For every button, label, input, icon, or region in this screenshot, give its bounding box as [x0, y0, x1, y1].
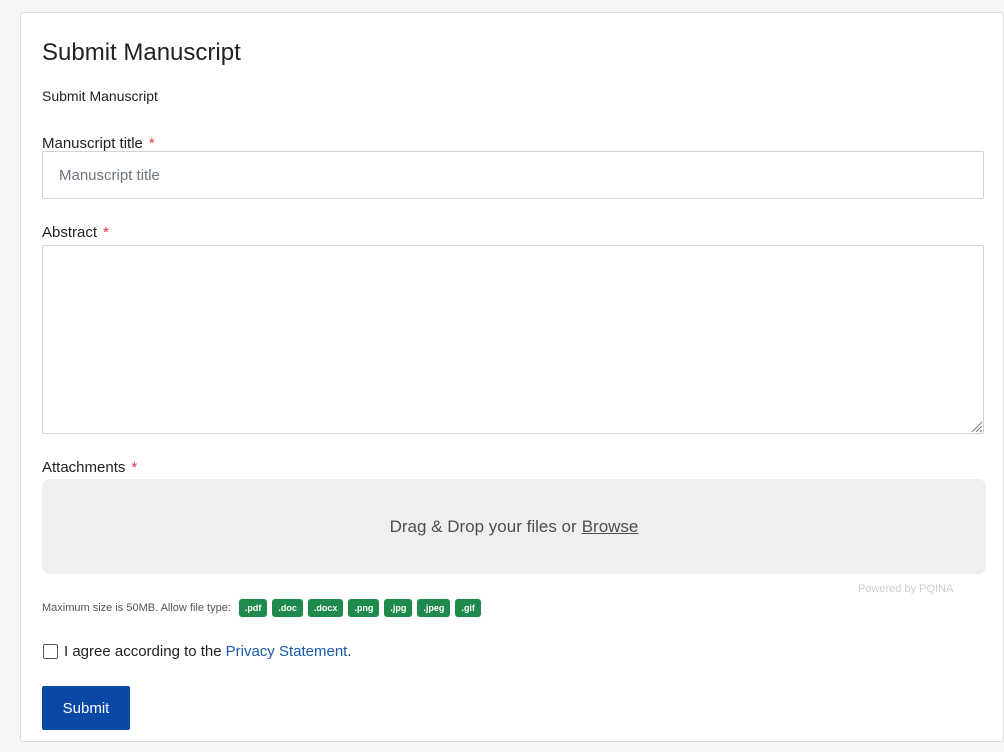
file-dropzone[interactable]: Drag & Drop your files or Browse	[42, 479, 986, 574]
attachments-label-text: Attachments	[42, 459, 126, 476]
privacy-statement-link[interactable]: Privacy Statement	[226, 643, 348, 660]
max-size-text: Maximum size is 50MB. Allow file type:	[42, 602, 231, 614]
browse-link[interactable]: Browse	[582, 517, 639, 537]
resize-grip-icon[interactable]	[971, 421, 983, 433]
file-type-badge: .pdf	[238, 599, 268, 617]
submit-button[interactable]: Submit	[42, 686, 130, 730]
submit-manuscript-card: Submit Manuscript Submit Manuscript Manu…	[20, 12, 1004, 742]
file-type-badge: .jpg	[384, 599, 413, 617]
required-marker: *	[148, 135, 155, 152]
abstract-label-text: Abstract	[42, 224, 98, 241]
agree-text: I agree according to the	[64, 643, 222, 660]
file-type-badge: .png	[348, 599, 380, 617]
abstract-textarea[interactable]	[42, 245, 984, 434]
file-type-badge: .jpeg	[417, 599, 451, 617]
form-subtitle: Submit Manuscript	[42, 88, 158, 104]
file-type-badge: .doc	[272, 599, 303, 617]
manuscript-title-label-text: Manuscript title	[42, 135, 143, 152]
dropzone-text: Drag & Drop your files or	[389, 516, 577, 536]
required-marker: *	[131, 459, 138, 476]
agree-suffix: .	[347, 643, 352, 660]
abstract-label: Abstract *	[42, 224, 109, 241]
file-type-badge: .gif	[455, 599, 481, 617]
agree-checkbox[interactable]	[43, 644, 58, 659]
page-title: Submit Manuscript	[42, 39, 241, 66]
manuscript-title-input[interactable]	[42, 151, 984, 199]
manuscript-title-label: Manuscript title *	[42, 135, 155, 152]
privacy-agreement: I agree according to the Privacy Stateme…	[43, 643, 352, 660]
attachments-label: Attachments *	[42, 459, 137, 476]
required-marker: *	[103, 224, 109, 241]
file-requirements: Maximum size is 50MB. Allow file type: .…	[42, 599, 481, 617]
powered-by-text: Powered by PQINA	[858, 583, 954, 595]
file-type-badge: .docx	[307, 599, 344, 617]
